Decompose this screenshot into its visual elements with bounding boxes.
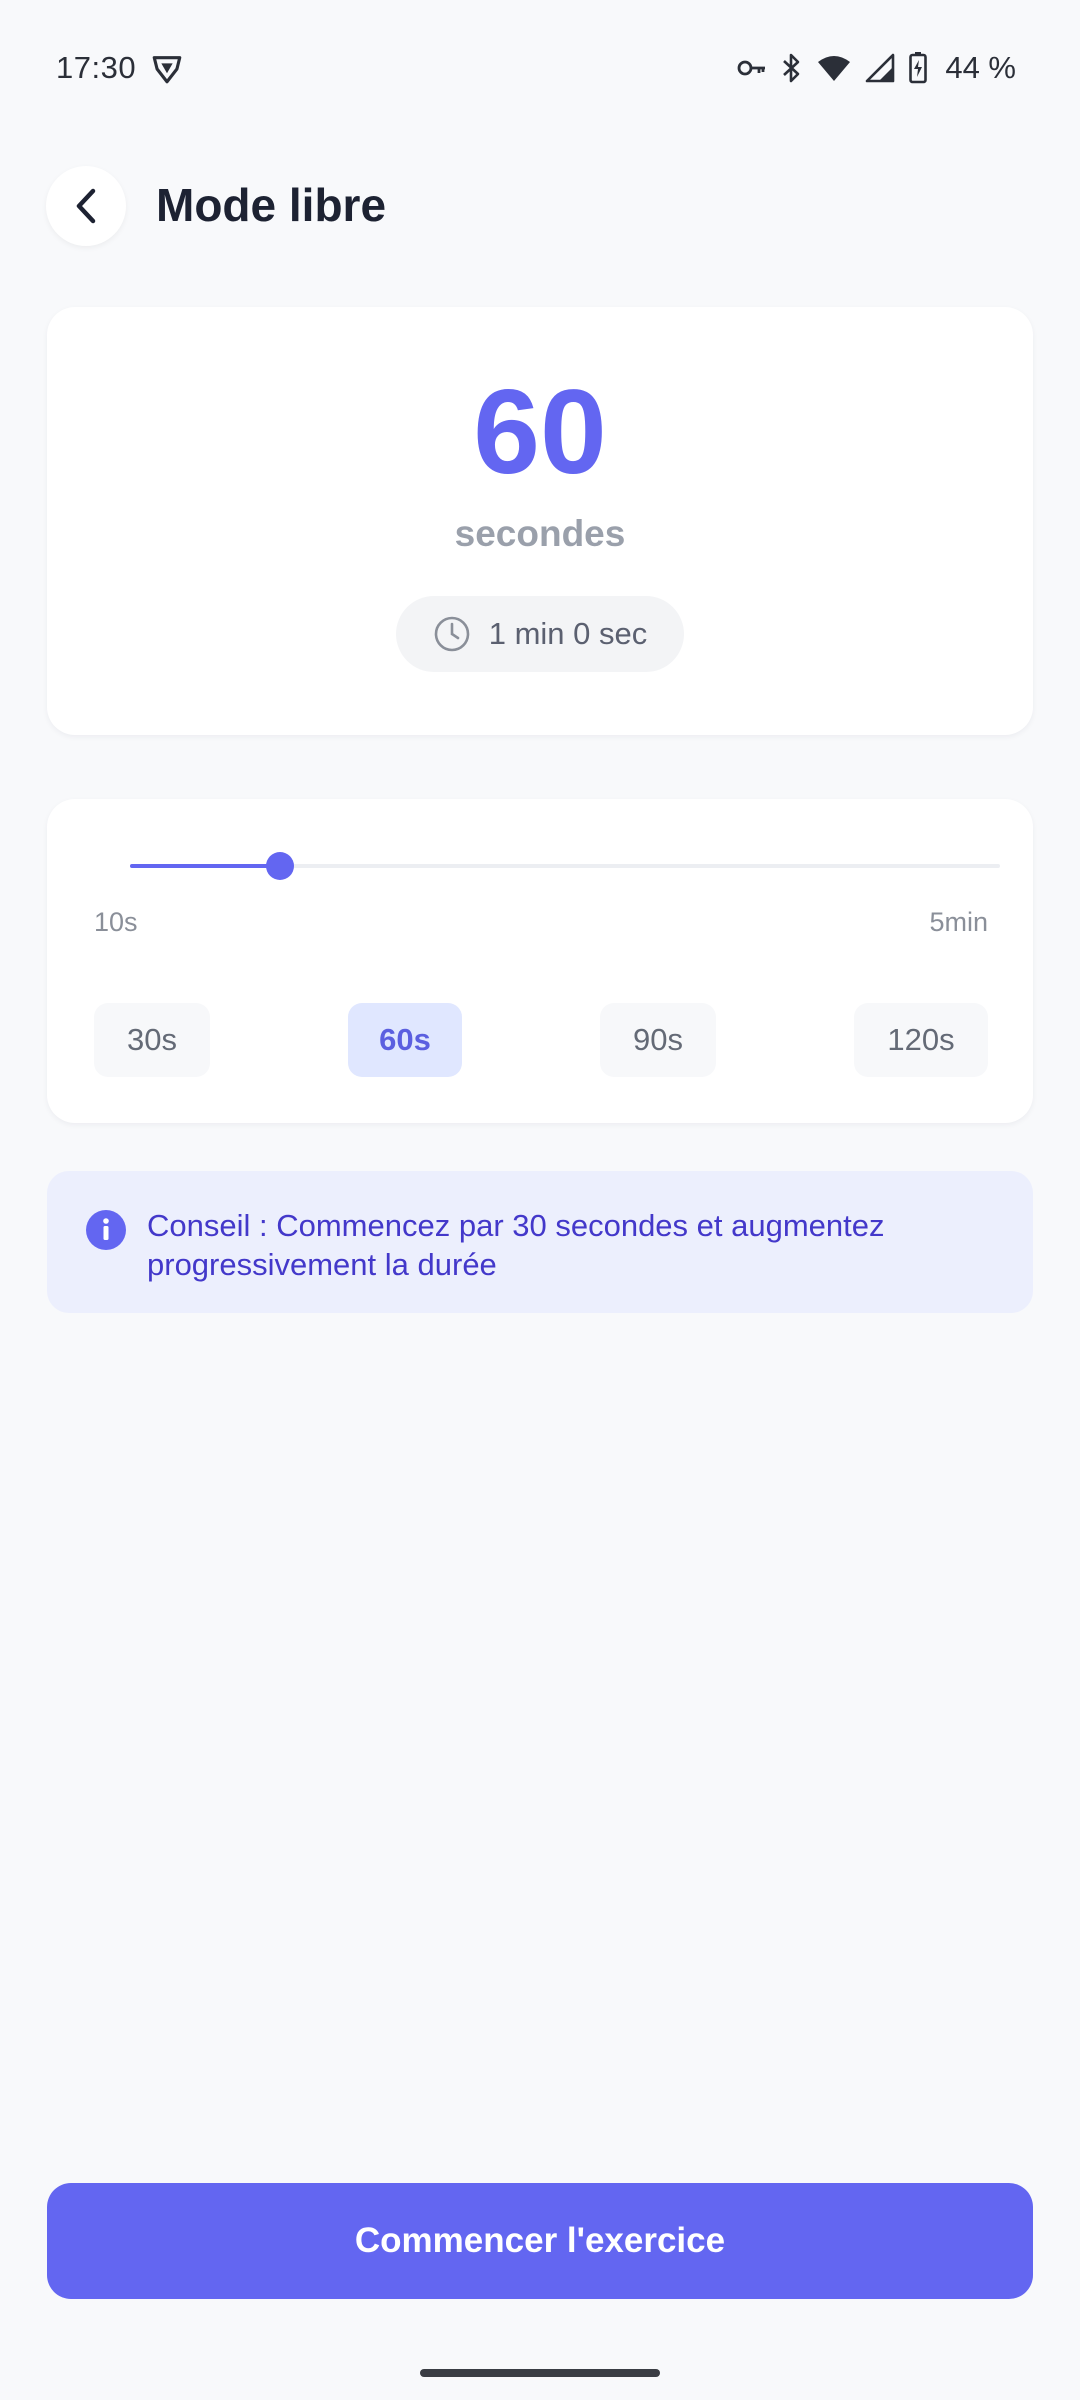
duration-slider-card: 10s 5min 30s 60s 90s 120s <box>47 799 1033 1123</box>
status-icons: 44 % <box>737 48 1016 88</box>
slider-min-label: 10s <box>94 907 138 937</box>
duration-display-card: 60 secondes 1 min 0 sec <box>47 307 1033 735</box>
duration-slider[interactable] <box>130 852 1000 880</box>
preset-90s-button[interactable]: 90s <box>600 1003 716 1077</box>
home-indicator[interactable] <box>420 2369 660 2377</box>
chevron-left-icon <box>76 188 96 224</box>
preset-30s-button[interactable]: 30s <box>94 1003 210 1077</box>
tip-box: Conseil : Commencez par 30 secondes et a… <box>47 1171 1033 1313</box>
status-time: 17:30 <box>56 50 137 85</box>
cell-signal-icon <box>866 53 895 83</box>
battery-charging-icon <box>909 52 928 84</box>
status-bar: 17:30 44 % <box>0 0 1080 136</box>
back-button[interactable] <box>46 166 126 246</box>
battery-percent: 44 % <box>945 50 1016 85</box>
duration-formatted-pill: 1 min 0 sec <box>396 596 684 672</box>
bluetooth-icon <box>783 53 800 83</box>
preset-60s-button[interactable]: 60s <box>348 1003 462 1077</box>
slider-fill <box>130 864 280 868</box>
slider-max-label: 5min <box>929 907 988 937</box>
wifi-icon <box>818 56 851 81</box>
duration-value: 60 <box>473 365 607 499</box>
preset-120s-button[interactable]: 120s <box>854 1003 988 1077</box>
key-icon <box>737 60 766 76</box>
duration-formatted: 1 min 0 sec <box>488 616 648 651</box>
duration-unit: secondes <box>454 513 626 554</box>
tip-text: Conseil : Commencez par 30 secondes et a… <box>147 1208 885 1282</box>
start-exercise-button[interactable]: Commencer l'exercice <box>47 2183 1033 2299</box>
clock-icon <box>434 616 470 652</box>
vpn-shield-icon <box>152 56 182 84</box>
info-icon <box>86 1210 126 1250</box>
slider-thumb[interactable] <box>266 852 294 880</box>
page-title: Mode libre <box>156 179 387 231</box>
